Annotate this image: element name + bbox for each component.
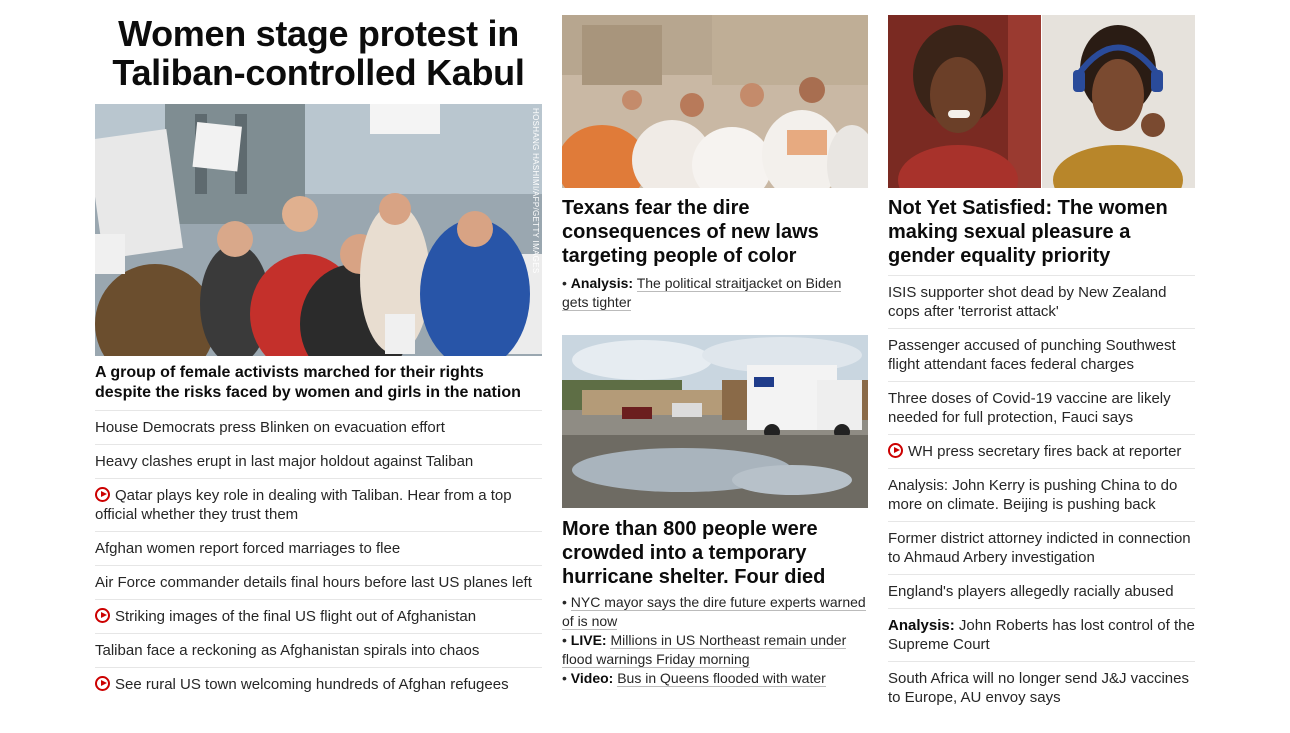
list-item[interactable]: South Africa will no longer send J&J vac… xyxy=(888,662,1195,714)
link-text[interactable]: NYC mayor says the dire future experts w… xyxy=(562,594,866,630)
image-credit: HOSHANG HASHIMI/AFP/GETTY IMAGES xyxy=(531,108,540,274)
list-item[interactable]: ISIS supporter shot dead by New Zealand … xyxy=(888,276,1195,329)
list-item[interactable]: England's players allegedly racially abu… xyxy=(888,575,1195,609)
story-text[interactable]: Passenger accused of punching Southwest … xyxy=(888,337,1176,373)
link-label: Video: xyxy=(570,670,614,686)
video-play-icon xyxy=(95,487,110,502)
story-text[interactable]: WH press secretary fires back at reporte… xyxy=(908,443,1181,460)
related-link[interactable]: • NYC mayor says the dire future experts… xyxy=(562,593,868,631)
list-item[interactable]: Passenger accused of punching Southwest … xyxy=(888,329,1195,382)
image-caption[interactable]: A group of female activists marched for … xyxy=(95,356,542,411)
list-item[interactable]: Striking images of the final US flight o… xyxy=(95,600,542,634)
link-label: LIVE: xyxy=(570,632,607,648)
list-item[interactable]: Analysis: John Roberts has lost control … xyxy=(888,609,1195,662)
link-text[interactable]: Bus in Queens flooded with water xyxy=(617,670,826,687)
women-headline[interactable]: Not Yet Satisfied: The women making sexu… xyxy=(888,188,1195,276)
story-text[interactable]: ISIS supporter shot dead by New Zealand … xyxy=(888,284,1167,320)
list-item[interactable]: Qatar plays key role in dealing with Tal… xyxy=(95,479,542,532)
related-link[interactable]: • Analysis: The political straitjacket o… xyxy=(562,274,868,312)
story-text[interactable]: Air Force commander details final hours … xyxy=(95,574,532,591)
story-text[interactable]: England's players allegedly racially abu… xyxy=(888,583,1174,600)
texas-related-links: • Analysis: The political straitjacket o… xyxy=(562,268,868,312)
right-column: Not Yet Satisfied: The women making sexu… xyxy=(888,0,1195,714)
texas-headline[interactable]: Texans fear the dire consequences of new… xyxy=(562,188,868,268)
list-item[interactable]: Heavy clashes erupt in last major holdou… xyxy=(95,445,542,479)
story-text[interactable]: Qatar plays key role in dealing with Tal… xyxy=(95,487,512,523)
story-text[interactable]: Analysis: John Kerry is pushing China to… xyxy=(888,477,1177,513)
story-text[interactable]: Taliban face a reckoning as Afghanistan … xyxy=(95,642,479,659)
hurricane-shelter-image[interactable] xyxy=(562,335,868,508)
video-play-icon xyxy=(888,443,903,458)
texas-protest-image[interactable] xyxy=(562,15,868,188)
story-text[interactable]: Three doses of Covid-19 vaccine are like… xyxy=(888,390,1171,426)
video-play-icon xyxy=(95,608,110,623)
list-item[interactable]: Analysis: John Kerry is pushing China to… xyxy=(888,469,1195,522)
video-play-icon xyxy=(95,676,110,691)
link-label: Analysis: xyxy=(570,275,634,291)
list-item[interactable]: Taliban face a reckoning as Afghanistan … xyxy=(95,634,542,668)
related-link[interactable]: • Video: Bus in Queens flooded with wate… xyxy=(562,669,868,688)
hurricane-related-links: • NYC mayor says the dire future experts… xyxy=(562,589,868,688)
list-item[interactable]: House Democrats press Blinken on evacuat… xyxy=(95,411,542,445)
hurricane-headline[interactable]: More than 800 people were crowded into a… xyxy=(562,508,868,589)
list-item[interactable]: Afghan women report forced marriages to … xyxy=(95,532,542,566)
list-item[interactable]: Air Force commander details final hours … xyxy=(95,566,542,600)
related-link[interactable]: • LIVE: Millions in US Northeast remain … xyxy=(562,631,868,669)
story-text[interactable]: South Africa will no longer send J&J vac… xyxy=(888,670,1189,706)
main-headline[interactable]: Women stage protest in Taliban-controlle… xyxy=(95,14,542,92)
story-text[interactable]: House Democrats press Blinken on evacuat… xyxy=(95,419,445,436)
story-label: Analysis: xyxy=(888,617,955,634)
left-story-list: House Democrats press Blinken on evacuat… xyxy=(95,411,542,701)
story-text[interactable]: Striking images of the final US flight o… xyxy=(115,608,476,625)
list-item[interactable]: Three doses of Covid-19 vaccine are like… xyxy=(888,382,1195,435)
protest-image[interactable]: HOSHANG HASHIMI/AFP/GETTY IMAGES xyxy=(95,104,542,356)
story-text[interactable]: Afghan women report forced marriages to … xyxy=(95,540,400,557)
left-column: Women stage protest in Taliban-controlle… xyxy=(95,0,542,701)
story-text[interactable]: See rural US town welcoming hundreds of … xyxy=(115,676,509,693)
right-story-list: ISIS supporter shot dead by New Zealand … xyxy=(888,276,1195,714)
women-portrait-image[interactable] xyxy=(888,15,1195,188)
story-text[interactable]: Heavy clashes erupt in last major holdou… xyxy=(95,453,473,470)
story-text[interactable]: Former district attorney indicted in con… xyxy=(888,530,1191,566)
list-item[interactable]: WH press secretary fires back at reporte… xyxy=(888,435,1195,469)
list-item[interactable]: See rural US town welcoming hundreds of … xyxy=(95,668,542,701)
list-item[interactable]: Former district attorney indicted in con… xyxy=(888,522,1195,575)
middle-column: Texans fear the dire consequences of new… xyxy=(562,0,868,688)
